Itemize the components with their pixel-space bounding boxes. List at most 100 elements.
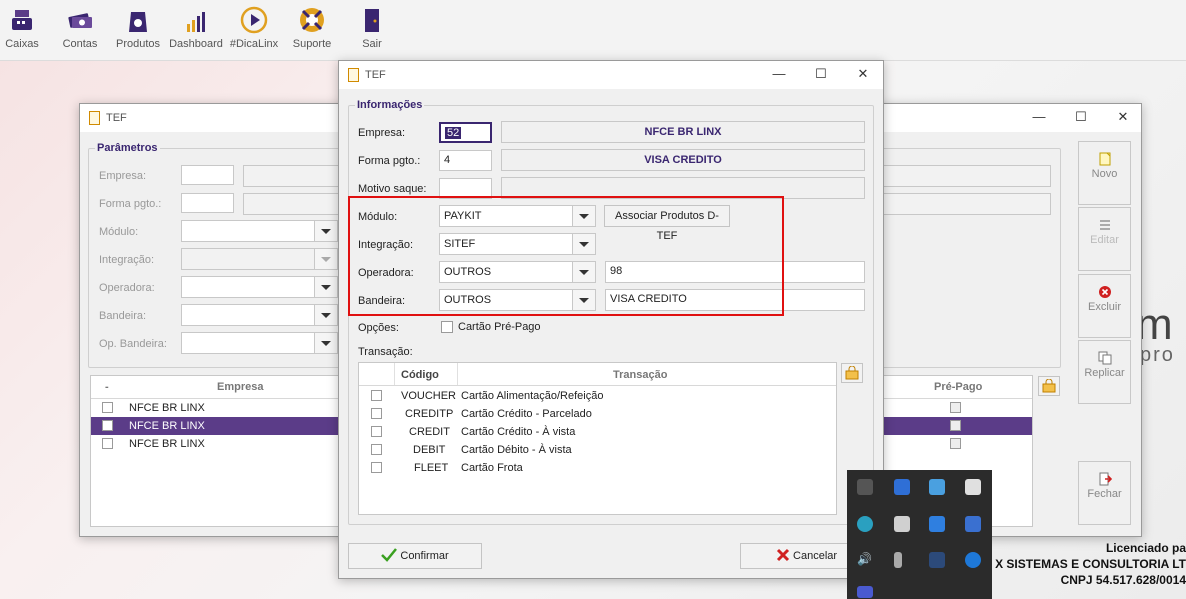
row-checkbox[interactable] xyxy=(371,408,382,419)
shield-icon[interactable] xyxy=(894,479,910,495)
speaker-icon[interactable]: 🔊 xyxy=(857,552,873,568)
tef-dialog-titlebar: TEF — ☐ ✕ xyxy=(339,61,883,89)
table-row[interactable]: CREDIT Cartão Crédito - À vista xyxy=(359,423,836,441)
minimize-button[interactable]: — xyxy=(769,65,789,83)
editar-button[interactable]: Editar xyxy=(1078,207,1131,271)
col-prepago-header[interactable]: Pré-Pago xyxy=(934,381,982,393)
table-row[interactable]: DEBIT Cartão Débito - À vista xyxy=(359,441,836,459)
color-picker-icon[interactable] xyxy=(894,516,910,532)
toolbar-dicalinx-button[interactable]: #DicaLinx xyxy=(226,6,282,50)
row-empresa: NFCE BR LINX xyxy=(129,420,205,432)
lock-folder-icon xyxy=(1042,378,1056,393)
lock-folder-icon xyxy=(845,365,859,380)
table-row[interactable]: VOUCHER Cartão Alimentação/Refeição xyxy=(359,387,836,405)
row-checkbox[interactable] xyxy=(371,444,382,455)
row-empresa: NFCE BR LINX xyxy=(129,402,205,414)
play-circle-icon xyxy=(240,6,268,34)
minimize-button[interactable]: — xyxy=(1029,108,1049,126)
toolbar-contas-button[interactable]: Contas xyxy=(52,6,108,50)
chevron-down-icon[interactable] xyxy=(314,305,337,325)
lifebuoy-icon xyxy=(300,8,324,32)
row-prepago-checkbox[interactable] xyxy=(950,402,961,413)
col-codigo-header[interactable]: Código xyxy=(401,369,439,381)
delete-circle-icon xyxy=(1098,286,1111,298)
empresa-code-input[interactable]: 52 xyxy=(439,122,492,143)
grid-app-icon[interactable] xyxy=(965,516,981,532)
bar-chart-icon xyxy=(187,12,205,32)
cancel-x-icon xyxy=(776,548,790,562)
forma-pgto-name-field: VISA CREDITO xyxy=(501,149,865,171)
cancelar-label: Cancelar xyxy=(793,550,838,562)
novo-button[interactable]: Novo xyxy=(1078,141,1131,205)
toolbar-caixas-button[interactable]: Caixas xyxy=(0,6,50,50)
row-checkbox[interactable] xyxy=(102,402,113,413)
row-checkbox[interactable] xyxy=(371,462,382,473)
checkmark-icon xyxy=(381,548,398,562)
modulo-select[interactable] xyxy=(181,220,338,242)
edit-list-icon xyxy=(1099,220,1110,230)
row-prepago-checkbox[interactable] xyxy=(950,438,961,449)
row-checkbox[interactable] xyxy=(102,438,113,449)
col-transacao-header[interactable]: Transação xyxy=(613,369,667,381)
chevron-down-icon[interactable] xyxy=(314,221,337,241)
maximize-button[interactable]: ☐ xyxy=(1071,108,1091,126)
integracao-label: Integração: xyxy=(99,254,155,266)
confirmar-button[interactable]: Confirmar xyxy=(348,543,482,569)
maximize-button[interactable]: ☐ xyxy=(811,65,831,83)
row-checkbox[interactable] xyxy=(371,390,382,401)
forma-pgto-code-input[interactable] xyxy=(181,193,234,213)
system-tray-overflow: 🔊 xyxy=(847,470,992,599)
confirmar-label: Confirmar xyxy=(400,550,449,562)
bandeira-select[interactable] xyxy=(181,304,338,326)
table-row[interactable]: FLEET Cartão Frota xyxy=(359,459,836,477)
teams-icon[interactable] xyxy=(857,586,873,598)
grid-export-button[interactable] xyxy=(1038,376,1060,396)
modulo-label: Módulo: xyxy=(99,226,139,238)
toolbar-produtos-button[interactable]: Produtos xyxy=(110,6,166,50)
vpn-lock-icon[interactable] xyxy=(857,516,873,532)
col-empresa-header[interactable]: Empresa xyxy=(217,381,263,393)
forma-pgto-code-input[interactable]: 4 xyxy=(439,150,492,171)
grid-export-button[interactable] xyxy=(841,363,863,383)
empresa-code-input[interactable] xyxy=(181,165,234,185)
toolbar-sair-button[interactable]: Sair xyxy=(344,6,400,50)
replicar-button[interactable]: Replicar xyxy=(1078,340,1131,404)
chevron-down-icon[interactable] xyxy=(314,333,337,353)
op-bandeira-select[interactable] xyxy=(181,332,338,354)
license-line-1: Licenciado pa xyxy=(1105,541,1186,555)
chevron-down-icon[interactable] xyxy=(314,249,337,269)
cartao-pre-pago-label[interactable]: Cartão Pré-Pago xyxy=(458,321,541,333)
device-icon[interactable] xyxy=(929,552,945,568)
close-button[interactable]: ✕ xyxy=(853,65,873,83)
table-row[interactable]: CREDITP Cartão Crédito - Parcelado xyxy=(359,405,836,423)
toolbar-dashboard-label: Dashboard xyxy=(169,38,223,50)
forma-pgto-label: Forma pgto.: xyxy=(358,155,421,167)
fechar-button[interactable]: Fechar xyxy=(1078,461,1131,525)
row-checkbox[interactable] xyxy=(371,426,382,437)
toolbar-sair-label: Sair xyxy=(362,38,382,50)
toolbar-dicalinx-label: #DicaLinx xyxy=(229,38,279,50)
operadora-select[interactable] xyxy=(181,276,338,298)
bluetooth-icon[interactable] xyxy=(965,552,981,568)
chevron-down-icon[interactable] xyxy=(314,277,337,297)
row-checkbox[interactable] xyxy=(102,420,113,431)
row-prepago-checkbox[interactable] xyxy=(950,420,961,431)
integracao-select[interactable] xyxy=(181,248,338,270)
app-window-icon[interactable] xyxy=(929,479,945,495)
feather-icon[interactable] xyxy=(857,479,873,495)
row-codigo: FLEET xyxy=(414,462,449,474)
license-line-3: CNPJ 54.517.628/0014 xyxy=(1060,573,1186,587)
usb-drive-icon[interactable] xyxy=(894,552,902,568)
toolbar-suporte-button[interactable]: Suporte xyxy=(284,6,340,50)
tef-dialog: TEF — ☐ ✕ Informações Empresa: 52 NFCE B… xyxy=(338,60,884,579)
close-button[interactable]: ✕ xyxy=(1113,108,1133,126)
excluir-button[interactable]: Excluir xyxy=(1078,274,1131,338)
operadora-label: Operadora: xyxy=(99,282,155,294)
editar-label: Editar xyxy=(1090,234,1119,246)
money-stack-icon xyxy=(68,13,92,28)
cartao-pre-pago-checkbox[interactable] xyxy=(441,321,453,333)
camera-icon[interactable] xyxy=(929,516,945,532)
security-warning-icon[interactable] xyxy=(965,479,981,495)
replicar-label: Replicar xyxy=(1084,367,1125,379)
toolbar-dashboard-button[interactable]: Dashboard xyxy=(168,6,224,50)
